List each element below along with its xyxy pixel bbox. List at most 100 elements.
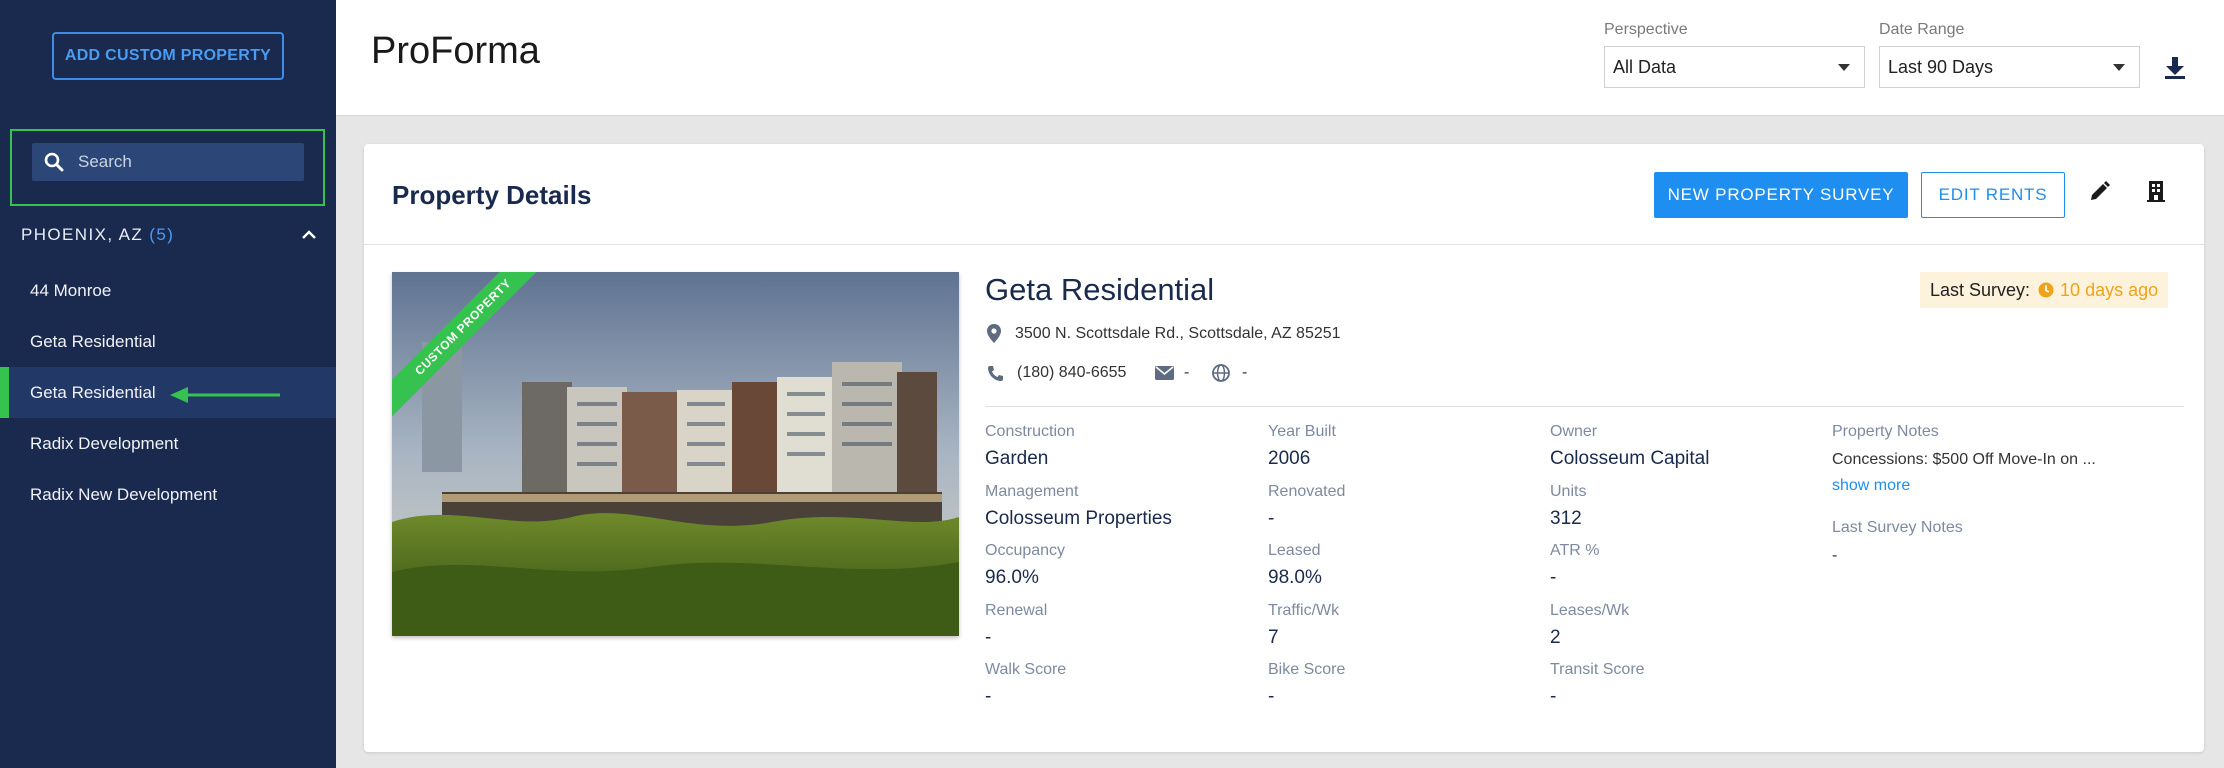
field-label: Leased <box>1268 542 1321 559</box>
field-leases-wk: Leases/Wk 2 <box>1550 602 1629 649</box>
field-label: Leases/Wk <box>1550 602 1630 619</box>
show-more-link[interactable]: show more <box>1832 477 2122 495</box>
field-value: 96.0% <box>985 567 1039 588</box>
phone-icon <box>988 365 1003 381</box>
region-label: PHOENIX, AZ <box>21 225 144 244</box>
field-value: Colosseum Capital <box>1550 448 1710 469</box>
property-name: Geta Residential <box>985 272 1215 307</box>
region-count: (5) <box>149 225 175 244</box>
perspective-label: Perspective <box>1604 21 1688 38</box>
sidebar-item-label: Radix Development <box>30 433 179 453</box>
field-value: 312 <box>1550 508 1582 529</box>
field-value: - <box>1550 567 1557 588</box>
address-row: 3500 N. Scottsdale Rd., Scottsdale, AZ 8… <box>987 324 1341 343</box>
search-box[interactable] <box>32 143 304 181</box>
address-text: 3500 N. Scottsdale Rd., Scottsdale, AZ 8… <box>1015 324 1341 342</box>
field-transit-score: Transit Score - <box>1550 661 1645 708</box>
field-label: Last Survey Notes <box>1832 519 1963 536</box>
field-label: Management <box>985 483 1079 500</box>
last-survey-notes-text: - <box>1832 547 1838 564</box>
map-pin-icon <box>987 324 1001 343</box>
caret-down-icon <box>2113 64 2125 71</box>
field-label: Bike Score <box>1268 661 1346 678</box>
divider <box>985 406 2184 407</box>
property-list: 44 Monroe Geta Residential Geta Resident… <box>0 265 336 520</box>
envelope-icon <box>1155 366 1174 380</box>
sidebar-item-label: Geta Residential <box>30 331 156 351</box>
field-leased: Leased 98.0% <box>1268 542 1322 589</box>
phone-text[interactable]: (180) 840-6655 <box>1017 364 1126 382</box>
property-details-card: Property Details NEW PROPERTY SURVEY EDI… <box>364 144 2204 752</box>
field-value: - <box>985 686 992 707</box>
field-value: 2 <box>1550 627 1561 648</box>
field-construction: Construction Garden <box>985 423 1075 470</box>
field-value: - <box>985 627 992 648</box>
field-label: Owner <box>1550 423 1598 440</box>
clock-icon <box>2038 282 2054 298</box>
field-value: 7 <box>1268 627 1279 648</box>
field-units: Units 312 <box>1550 483 1586 530</box>
chevron-up-icon[interactable] <box>301 230 317 240</box>
building-icon[interactable] <box>2147 180 2165 202</box>
field-value: - <box>1550 686 1557 707</box>
sidebar-item-radix-new-development[interactable]: Radix New Development <box>0 469 336 520</box>
add-custom-property-button[interactable]: ADD CUSTOM PROPERTY <box>52 32 284 80</box>
sidebar-item-label: 44 Monroe <box>30 280 112 300</box>
search-input[interactable] <box>78 152 278 172</box>
field-bike-score: Bike Score - <box>1268 661 1345 708</box>
field-walk-score: Walk Score - <box>985 661 1066 708</box>
field-renovated: Renovated - <box>1268 483 1345 530</box>
phone-row: (180) 840-6655 <box>987 364 1126 382</box>
new-property-survey-button[interactable]: NEW PROPERTY SURVEY <box>1654 172 1908 218</box>
top-header: ProForma Perspective All Data Date Range… <box>336 0 2224 116</box>
field-label: Units <box>1550 483 1587 500</box>
field-value: - <box>1268 686 1275 707</box>
last-survey-badge: Last Survey: 10 days ago <box>1920 272 2169 308</box>
field-label: Occupancy <box>985 542 1066 559</box>
sidebar-item-radix-development[interactable]: Radix Development <box>0 418 336 469</box>
field-label: Property Notes <box>1832 423 1939 440</box>
property-photo: CUSTOM PROPERTY <box>392 272 959 636</box>
card-header: Property Details NEW PROPERTY SURVEY EDI… <box>364 144 2204 245</box>
date-range-select[interactable]: Last 90 Days <box>1879 46 2140 88</box>
field-label: ATR % <box>1550 542 1600 559</box>
field-label: Walk Score <box>985 661 1067 678</box>
field-occupancy: Occupancy 96.0% <box>985 542 1065 589</box>
field-label: Transit Score <box>1550 661 1645 678</box>
perspective-select[interactable]: All Data <box>1604 46 1865 88</box>
field-year-built: Year Built 2006 <box>1268 423 1336 470</box>
last-survey-value: 10 days ago <box>2060 279 2159 300</box>
field-renewal: Renewal - <box>985 602 1047 649</box>
sidebar: ADD CUSTOM PROPERTY PHOENIX, AZ (5) 44 M… <box>0 0 336 768</box>
search-highlight <box>10 129 325 206</box>
field-management: Management Colosseum Properties <box>985 483 1172 530</box>
globe-icon <box>1212 364 1230 382</box>
website-text: - <box>1242 364 1248 381</box>
sidebar-item-label: Radix New Development <box>30 484 218 504</box>
field-label: Construction <box>985 423 1075 440</box>
email-row: - <box>1155 364 1189 382</box>
pencil-icon[interactable] <box>2089 180 2111 202</box>
sidebar-item-geta-residential[interactable]: Geta Residential <box>0 316 336 367</box>
field-value: Colosseum Properties <box>985 508 1172 529</box>
field-value: - <box>1268 508 1275 529</box>
region-header[interactable]: PHOENIX, AZ (5) <box>21 222 317 248</box>
field-value: Garden <box>985 448 1049 469</box>
edit-rents-button[interactable]: EDIT RENTS <box>1921 172 2065 218</box>
sidebar-item-label: Geta Residential <box>30 382 156 402</box>
page-title: ProForma <box>371 30 540 72</box>
field-label: Year Built <box>1268 423 1336 440</box>
property-notes-text: Concessions: $500 Off Move-In on ... <box>1832 451 2096 468</box>
annotation-arrow-icon <box>170 387 280 403</box>
field-label: Traffic/Wk <box>1268 602 1340 619</box>
field-atr: ATR % - <box>1550 542 1599 589</box>
card-title: Property Details <box>392 180 592 210</box>
date-range-label: Date Range <box>1879 21 1965 38</box>
sidebar-item-44-monroe[interactable]: 44 Monroe <box>0 265 336 316</box>
perspective-value: All Data <box>1613 56 1677 77</box>
download-icon[interactable] <box>2164 56 2186 80</box>
email-text: - <box>1184 364 1190 381</box>
field-owner: Owner Colosseum Capital <box>1550 423 1709 470</box>
date-range-value: Last 90 Days <box>1888 56 1994 77</box>
sidebar-item-geta-residential-active[interactable]: Geta Residential <box>0 367 336 418</box>
